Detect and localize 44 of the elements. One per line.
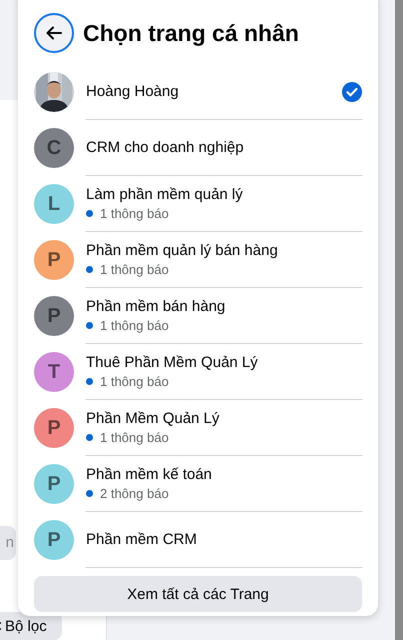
unread-dot-icon — [86, 266, 93, 273]
checkmark-icon — [342, 82, 362, 102]
dialog-title: Chọn trang cá nhân — [83, 20, 299, 46]
profile-name: Phần mềm CRM — [86, 531, 198, 548]
unread-dot-icon — [86, 322, 93, 329]
back-button[interactable] — [34, 13, 74, 53]
letter-avatar: P — [34, 240, 74, 280]
letter-avatar: C — [34, 128, 74, 168]
profile-name: Phần mềm bán hàng — [86, 298, 226, 315]
profile-item[interactable]: P Phần mềm bán hàng 1 thông báo — [34, 288, 362, 344]
profile-item[interactable]: T Thuê Phần Mềm Quản Lý 1 thông báo — [34, 344, 362, 400]
profile-item[interactable]: P Phần mềm CRM — [34, 512, 362, 568]
profile-item[interactable]: P Phần mềm kế toán 2 thông báo — [34, 456, 362, 512]
letter-avatar: P — [34, 296, 74, 336]
profile-item[interactable]: P Phần mềm quản lý bán hàng 1 thông báo — [34, 232, 362, 288]
profile-name: CRM cho doanh nghiệp — [86, 139, 245, 156]
profile-name: Phần mềm quản lý bán hàng — [86, 242, 279, 259]
notification-count: 1 thông báo — [100, 206, 169, 221]
profile-item[interactable]: P Phần Mềm Quản Lý 1 thông báo — [34, 400, 362, 456]
letter-avatar: P — [34, 520, 74, 560]
letter-avatar: P — [34, 464, 74, 504]
unread-dot-icon — [86, 434, 93, 441]
letter-avatar: L — [34, 184, 74, 224]
profile-name: Hoàng Hoàng — [86, 83, 180, 100]
unread-dot-icon — [86, 490, 93, 497]
letter-avatar: P — [34, 408, 74, 448]
letter-avatar: T — [34, 352, 74, 392]
see-all-pages-button[interactable]: Xem tất cả các Trang — [34, 576, 362, 612]
profile-item[interactable]: C CRM cho doanh nghiệp — [34, 120, 362, 176]
filter-button[interactable]: Bộ lọc — [0, 612, 62, 640]
notification-count: 2 thông báo — [100, 486, 169, 501]
profile-name: Làm phần mềm quản lý — [86, 186, 244, 203]
notification-count: 1 thông báo — [100, 430, 169, 445]
profile-name: Phần mềm kế toán — [86, 466, 213, 483]
unread-dot-icon — [86, 210, 93, 217]
unread-dot-icon — [86, 378, 93, 385]
notification-count: 1 thông báo — [100, 262, 169, 277]
notification-count: 1 thông báo — [100, 374, 169, 389]
back-arrow-icon — [45, 24, 63, 42]
profile-name: Thuê Phần Mềm Quản Lý — [86, 354, 259, 371]
profile-item[interactable]: Hoàng Hoàng — [34, 64, 362, 120]
profile-item[interactable]: L Làm phần mềm quản lý 1 thông báo — [34, 176, 362, 232]
profile-name: Phần Mềm Quản Lý — [86, 410, 220, 427]
notification-count: 1 thông báo — [100, 318, 169, 333]
